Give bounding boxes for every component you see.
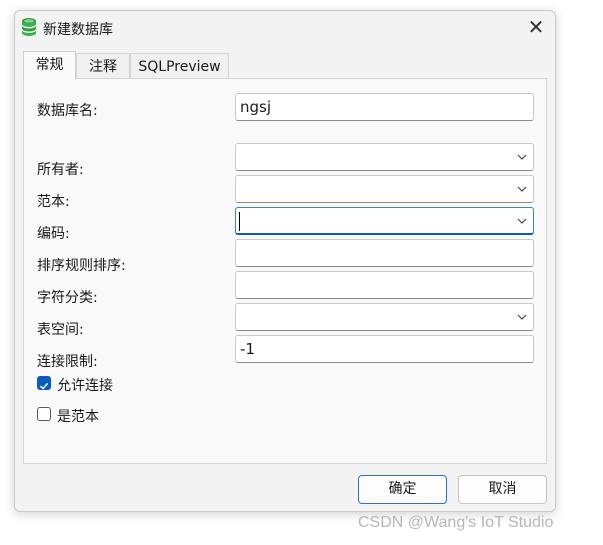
database-name-label: 数据库名: [37,103,98,119]
encoding-label: 编码: [37,226,70,242]
text-caret [239,212,240,231]
database-name-input[interactable]: ngsj [235,93,534,121]
owner-select[interactable] [235,143,534,171]
collation-input[interactable] [235,239,534,267]
dialog-title: 新建数据库 [43,22,113,38]
new-database-dialog: 新建数据库 ✕ 常规 注释 SQLPreview 数据库名: ngsj 所有者:… [14,10,556,512]
tab-comment[interactable]: 注释 [76,53,130,79]
chevron-down-icon [517,218,527,224]
tablespace-select[interactable] [235,303,534,331]
tab-sql-preview[interactable]: SQLPreview [130,53,229,79]
tab-general[interactable]: 常规 [23,51,76,80]
is-template-checkbox[interactable] [37,407,51,421]
is-template-label: 是范本 [57,409,99,425]
cancel-button[interactable]: 取消 [458,475,547,504]
allow-connections-label: 允许连接 [57,378,113,394]
template-select[interactable] [235,175,534,203]
connection-limit-label: 连接限制: [37,354,98,370]
title-bar: 新建数据库 ✕ [15,11,555,45]
watermark: CSDN @Wang's IoT Studio [358,514,554,531]
tablespace-label: 表空间: [37,322,84,338]
checkmark-icon [39,382,49,390]
ok-button[interactable]: 确定 [358,475,447,504]
ctype-input[interactable] [235,271,534,299]
database-icon [21,17,37,37]
general-panel: 数据库名: ngsj 所有者: 范本: 编码: 排序规则排序: 字符分类: 表空… [23,78,547,464]
chevron-down-icon [517,154,527,160]
encoding-select[interactable] [235,207,534,235]
chevron-down-icon [517,186,527,192]
close-icon: ✕ [527,15,545,39]
ctype-label: 字符分类: [37,290,98,306]
collation-label: 排序规则排序: [37,258,126,274]
connection-limit-input[interactable]: -1 [235,335,534,363]
template-label: 范本: [37,194,70,210]
page: 新建数据库 ✕ 常规 注释 SQLPreview 数据库名: ngsj 所有者:… [0,0,603,545]
owner-label: 所有者: [37,162,84,178]
allow-connections-checkbox[interactable] [37,376,51,390]
chevron-down-icon [517,314,527,320]
close-button[interactable]: ✕ [521,14,551,40]
